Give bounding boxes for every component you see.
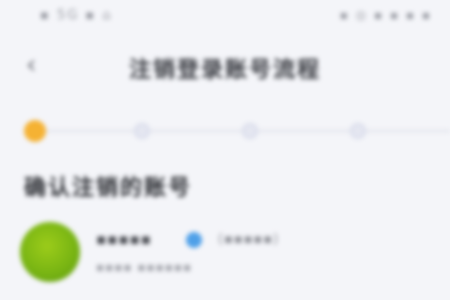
account-subtitle: ▪▪▪▪ ▪▪▪▪▪▪ [96,260,193,274]
status-right-indicators: ▪ ◎ ▪ ▪ ▪ ▪ [339,8,432,22]
status-bar: ▪ 5G ▪ ⌂ ▪ ◎ ▪ ▪ ▪ ▪ [0,0,450,34]
progress-stepper [0,118,450,144]
account-tag: (▪▪▪▪▪) [218,232,280,247]
step-2-dot [134,123,150,139]
screen: ▪ 5G ▪ ⌂ ▪ ◎ ▪ ▪ ▪ ▪ ‹ 注销登录账号流程 确认注销的账号 … [0,0,450,300]
nav-bar: ‹ 注销登录账号流程 [0,40,450,92]
section-heading: 确认注销的账号 [24,176,193,201]
account-name: ▪▪▪▪▪ [96,230,152,248]
verified-badge-icon [186,232,202,248]
step-4-dot [350,123,366,139]
step-3-dot [242,123,258,139]
step-1-dot [24,120,46,142]
account-card: ▪▪▪▪▪ (▪▪▪▪▪) ▪▪▪▪ ▪▪▪▪▪▪ [20,222,450,292]
avatar [20,222,80,282]
page-title: 注销登录账号流程 [128,58,321,83]
status-left-indicators: ▪ 5G ▪ ⌂ [40,8,113,23]
